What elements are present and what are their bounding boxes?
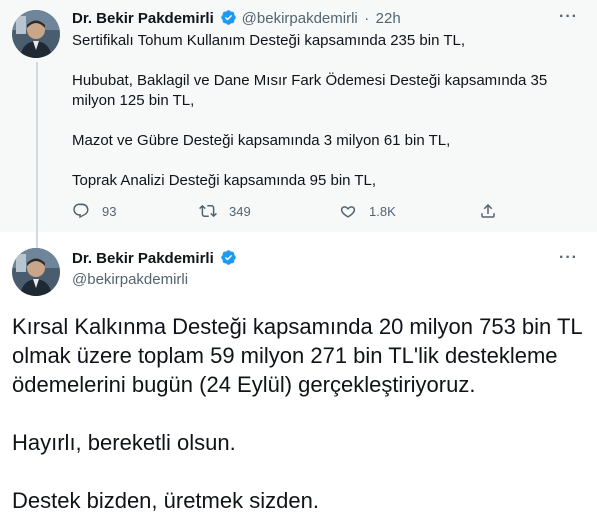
tweet-paragraph: Hububat, Baklagil ve Dane Mısır Fark Öde… (72, 72, 548, 109)
like-button[interactable]: 1.8K (339, 202, 396, 220)
tweet-paragraph: Sertifikalı Tohum Kullanım Desteği kapsa… (72, 32, 465, 49)
separator-dot: · (364, 10, 370, 27)
share-button[interactable] (479, 202, 509, 220)
heart-icon (340, 206, 356, 218)
avatar-photo (12, 248, 60, 296)
tweet-paragraph: Toprak Analizi Desteği kapsamında 95 bin… (72, 172, 377, 189)
tweet-actions: 93 349 1.8K (72, 202, 512, 226)
avatar[interactable] (12, 248, 60, 296)
more-icon[interactable]: ··· (559, 249, 578, 267)
tweet-paragraph: Kırsal Kalkınma Desteği kapsamında 20 mi… (12, 314, 582, 397)
author-handle[interactable]: @bekirpakdemirli (242, 10, 358, 27)
retweet-button[interactable]: 349 (199, 202, 251, 220)
tweet-paragraph: Mazot ve Gübre Desteği kapsamında 3 mily… (72, 132, 451, 149)
reply-icon (73, 203, 89, 219)
author-name[interactable]: Dr. Bekir Pakdemirli (72, 250, 214, 267)
thread-tweet[interactable]: Dr. Bekir Pakdemirli @bekirpakdemirli · … (0, 0, 597, 248)
like-count: 1.8K (369, 203, 396, 219)
verified-badge-icon (221, 10, 236, 25)
verified-badge-icon (221, 250, 236, 265)
author-handle[interactable]: @bekirpakdemirli (72, 270, 188, 290)
avatar-photo (12, 10, 60, 58)
tweet-paragraph: Destek bizden, üretmek sizden. (12, 488, 319, 513)
tweet-text: Sertifikalı Tohum Kullanım Desteği kapsa… (72, 31, 572, 191)
tweet-header: Dr. Bekir Pakdemirli @bekirpakdemirli · … (72, 9, 401, 29)
reply-count: 93 (102, 203, 117, 219)
thread-connector (36, 62, 38, 248)
tweet-author: Dr. Bekir Pakdemirli (72, 249, 237, 269)
tweet-paragraph: Hayırlı, bereketli olsun. (12, 430, 236, 455)
reply-button[interactable]: 93 (72, 202, 116, 220)
tweet-text: Kırsal Kalkınma Desteği kapsamında 20 mi… (12, 312, 592, 515)
author-name[interactable]: Dr. Bekir Pakdemirli (72, 10, 214, 27)
share-icon (481, 203, 495, 218)
more-icon[interactable]: ··· (559, 8, 578, 26)
tweet-time[interactable]: 22h (376, 10, 401, 27)
avatar[interactable] (12, 10, 60, 58)
retweet-count: 349 (229, 203, 251, 219)
retweet-icon (199, 204, 217, 218)
